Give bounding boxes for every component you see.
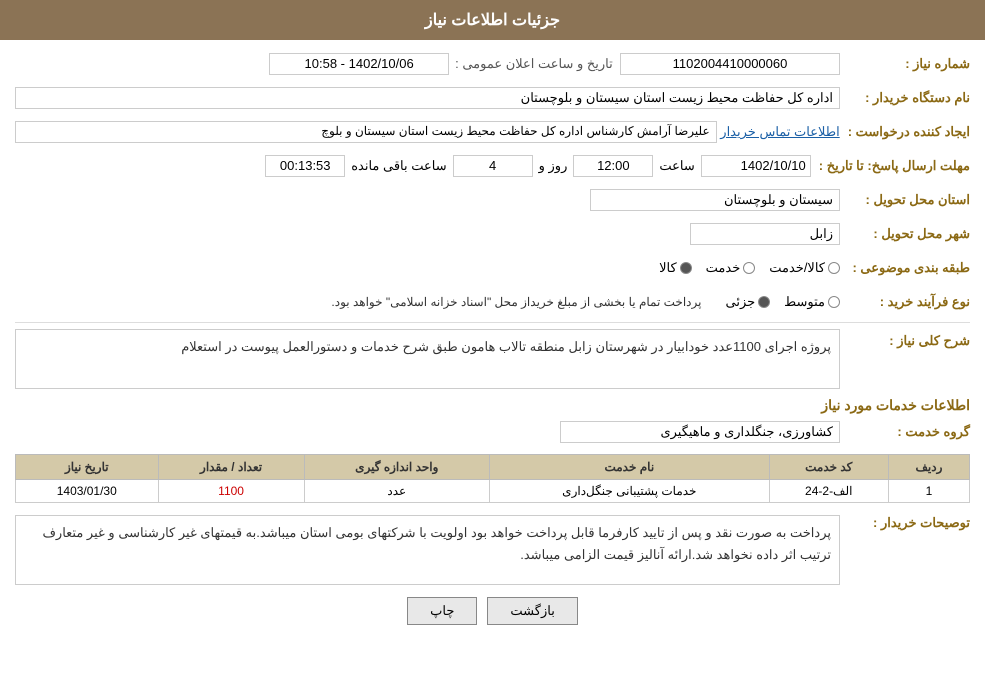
radio-kala[interactable]: کالا [659,260,692,276]
khadamat-section-title: اطلاعات خدمات مورد نیاز [15,397,970,414]
ostan-label: استان محل تحویل : [840,192,970,208]
dastgah-label: نام دستگاه خریدار : [840,90,970,106]
tabaghe-radio-group: کالا/خدمت خدمت کالا [659,260,840,276]
radio-label-joz: جزئی [725,294,755,310]
radio-motavasset[interactable]: متوسط [784,294,840,310]
khadamat-table-section: ردیف کد خدمت نام خدمت واحد اندازه گیری ت… [15,454,970,503]
khadamat-table: ردیف کد خدمت نام خدمت واحد اندازه گیری ت… [15,454,970,503]
col-unit: واحد اندازه گیری [304,455,489,480]
divider1 [15,322,970,323]
saat-value: 12:00 [573,155,653,177]
mohlat-row: مهلت ارسال پاسخ: تا تاریخ : 1402/10/10 س… [15,152,970,180]
radio-circle-joz [758,296,770,308]
bazgasht-button[interactable]: بازگشت [487,597,577,625]
button-row: بازگشت چاپ [15,597,970,625]
tarikh-label: تاریخ و ساعت اعلان عمومی : [455,56,613,72]
radio-label-kk: کالا/خدمت [769,260,825,276]
noe-label: نوع فرآیند خرید : [840,294,970,310]
cell-count: 1100 [158,480,304,503]
baqi-label-text: ساعت باقی مانده [351,158,446,174]
dastgah-value: اداره کل حفاظت محیط زیست استان سیستان و … [15,87,840,109]
tabaghe-label: طبقه بندی موضوعی : [840,260,970,276]
notes-label: توصیحات خریدار : [840,511,970,531]
shahr-row: شهر محل تحویل : زابل [15,220,970,248]
roz-value: 4 [453,155,533,177]
noe-radio-group: متوسط جزئی پرداخت تمام یا بخشی از مبلغ خ… [331,294,840,310]
page-title: جزئیات اطلاعات نیاز [425,12,560,29]
shomara-value: 1102004410000060 [620,53,840,75]
ijad-row: ایجاد کننده درخواست : اطلاعات تماس خریدا… [15,118,970,146]
radio-label-kala: کالا [659,260,677,276]
tabaghe-row: طبقه بندی موضوعی : کالا/خدمت خدمت کالا [15,254,970,282]
radio-kala-khadamat[interactable]: کالا/خدمت [769,260,840,276]
table-header-row: ردیف کد خدمت نام خدمت واحد اندازه گیری ت… [16,455,970,480]
radio-circle-kala [680,262,692,274]
notes-row: توصیحات خریدار : پرداخت به صورت نقد و پس… [15,511,970,585]
mohlat-label: مهلت ارسال پاسخ: تا تاریخ : [811,158,970,174]
radio-jozvi[interactable]: جزئی [725,294,770,310]
ostan-row: استان محل تحویل : سیستان و بلوچستان [15,186,970,214]
radio-khadamat[interactable]: خدمت [706,260,756,276]
ostan-value: سیستان و بلوچستان [590,189,840,211]
sharh-row: شرح کلی نیاز : پروژه اجرای 1100عدد خوداب… [15,329,970,389]
roz-label-text: روز و [539,158,568,174]
cell-unit: عدد [304,480,489,503]
sharh-value: پروژه اجرای 1100عدد خودابیار در شهرستان … [15,329,840,389]
ijad-value: علیرضا آرامش کارشناس اداره کل حفاظت محیط… [15,121,717,143]
cell-radif: 1 [888,480,969,503]
chap-button[interactable]: چاپ [407,597,477,625]
mohlat-fields: 1402/10/10 ساعت 12:00 روز و 4 ساعت باقی … [15,155,811,177]
ijad-label: ایجاد کننده درخواست : [840,124,970,140]
col-code: کد خدمت [769,455,888,480]
shahr-value: زابل [690,223,840,245]
col-date: تاریخ نیاز [16,455,159,480]
shomara-label: شماره نیاز : [840,56,970,72]
radio-label-k: خدمت [706,260,741,276]
shomara-row: شماره نیاز : 1102004410000060 تاریخ و سا… [15,50,970,78]
noe-description: پرداخت تمام یا بخشی از مبلغ خریداز محل "… [331,295,701,309]
radio-circle-mot [828,296,840,308]
noe-row: نوع فرآیند خرید : متوسط جزئی پرداخت تمام… [15,288,970,316]
radio-circle-k [743,262,755,274]
radio-circle-kk [828,262,840,274]
radio-label-mot: متوسط [784,294,825,310]
gorohe-value: کشاورزی، جنگلداری و ماهیگیری [560,421,840,443]
cell-code: الف-2-24 [769,480,888,503]
tarikh-value: 1402/10/06 - 10:58 [269,53,449,75]
cell-date: 1403/01/30 [16,480,159,503]
sharh-label: شرح کلی نیاز : [840,329,970,349]
date1-value: 1402/10/10 [701,155,811,177]
table-row: 1 الف-2-24 خدمات پشتیبانی جنگل‌داری عدد … [16,480,970,503]
ijad-link[interactable]: اطلاعات تماس خریدار [720,124,839,140]
cell-name: خدمات پشتیبانی جنگل‌داری [489,480,769,503]
page-header: جزئیات اطلاعات نیاز [0,0,985,40]
col-count: تعداد / مقدار [158,455,304,480]
notes-value: پرداخت به صورت نقد و پس از تایید کارفرما… [15,515,840,585]
dastgah-row: نام دستگاه خریدار : اداره کل حفاظت محیط … [15,84,970,112]
saat-label-text: ساعت [659,158,694,174]
col-radif: ردیف [888,455,969,480]
gorohe-row: گروه خدمت : کشاورزی، جنگلداری و ماهیگیری [15,418,970,446]
shahr-label: شهر محل تحویل : [840,226,970,242]
tarikh-section: تاریخ و ساعت اعلان عمومی : 1402/10/06 - … [15,53,613,75]
gorohe-label: گروه خدمت : [840,424,970,440]
col-name: نام خدمت [489,455,769,480]
baqi-value: 00:13:53 [265,155,345,177]
